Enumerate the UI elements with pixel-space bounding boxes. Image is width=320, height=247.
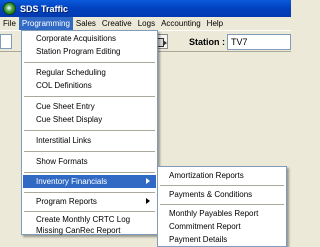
menu-item-col-definitions[interactable]: COL Definitions (23, 79, 156, 92)
menu-item-label: Inventory Financials (36, 177, 108, 186)
menu-item-corporate-acquisitions[interactable]: Corporate Acquisitions (23, 32, 156, 45)
menu-bar: File Programming Sales Creative Logs Acc… (0, 17, 291, 30)
submenu-item-monthly-payables-report[interactable]: Monthly Payables Report (159, 207, 285, 220)
menu-item-show-formats[interactable]: Show Formats (23, 155, 156, 168)
triangle-right-icon (146, 198, 150, 204)
menu-item-interstitial-links[interactable]: Interstitial Links (23, 134, 156, 147)
menu-item-cue-sheet-entry[interactable]: Cue Sheet Entry (23, 100, 156, 113)
menu-separator (24, 211, 155, 212)
submenu-item-payments-conditions[interactable]: Payments & Conditions (159, 188, 285, 201)
menu-separator (160, 185, 284, 186)
menu-item-regular-scheduling[interactable]: Regular Scheduling (23, 66, 156, 79)
triangle-right-icon (146, 178, 150, 184)
menu-help[interactable]: Help (204, 17, 226, 30)
submenu-item-payment-details[interactable]: Payment Details (159, 233, 285, 246)
menu-separator (24, 192, 155, 193)
submenu-item-amortization-reports[interactable]: Amortization Reports (159, 169, 285, 182)
menu-programming[interactable]: Programming (18, 17, 73, 30)
submenu-item-commitment-report[interactable]: Commitment Report (159, 220, 285, 233)
menu-sales[interactable]: Sales (73, 17, 99, 30)
station-field[interactable]: TV7 (227, 34, 291, 50)
menu-item-missing-canrec-report[interactable]: Missing CanRec Report (23, 224, 156, 237)
menu-separator (160, 204, 284, 205)
menu-file[interactable]: File (0, 17, 19, 30)
menu-separator (24, 62, 155, 63)
window-title: SDS Traffic (20, 3, 69, 14)
inventory-financials-submenu: Amortization Reports Payments & Conditio… (157, 166, 287, 247)
menu-item-label: Program Reports (36, 197, 97, 206)
menu-item-inventory-financials[interactable]: Inventory Financials (23, 175, 156, 188)
menu-logs[interactable]: Logs (135, 17, 158, 30)
menu-creative[interactable]: Creative (99, 17, 135, 30)
title-bar: SDS Traffic (0, 0, 291, 17)
menu-separator (24, 151, 155, 152)
menu-item-program-reports[interactable]: Program Reports (23, 195, 156, 208)
menu-separator (24, 172, 155, 173)
menu-accounting[interactable]: Accounting (158, 17, 204, 30)
toolbar-left-control[interactable] (0, 34, 12, 49)
menu-separator (24, 96, 155, 97)
station-label: Station : (189, 37, 225, 47)
menu-item-station-program-editing[interactable]: Station Program Editing (23, 45, 156, 58)
programming-menu: Corporate Acquisitions Station Program E… (21, 30, 158, 235)
menu-item-cue-sheet-display[interactable]: Cue Sheet Display (23, 113, 156, 126)
app-icon (3, 2, 16, 15)
menu-separator (24, 130, 155, 131)
